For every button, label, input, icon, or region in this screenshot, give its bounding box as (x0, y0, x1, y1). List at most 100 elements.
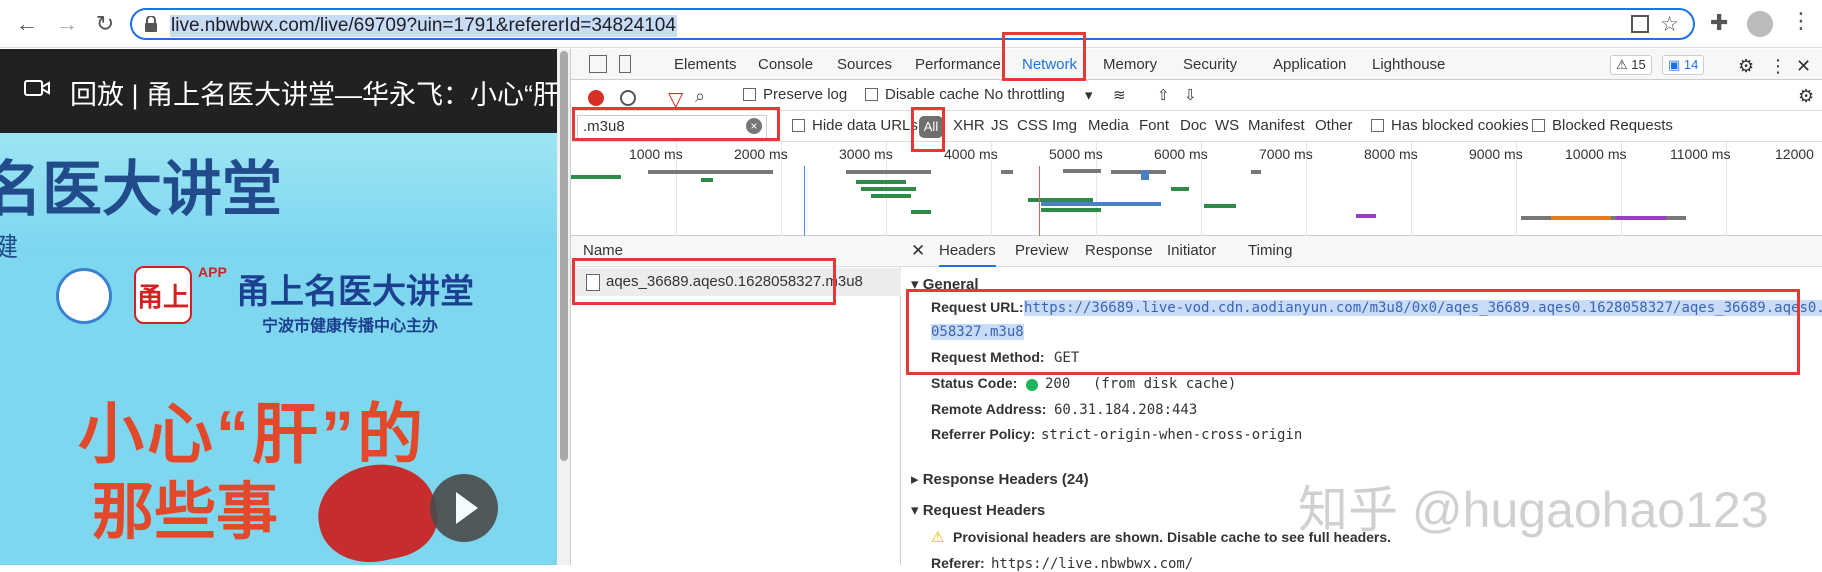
clear-icon[interactable] (620, 90, 636, 106)
profile-avatar[interactable] (1747, 11, 1773, 37)
address-url[interactable]: live.nbwbwx.com/live/69709?uin=1791&refe… (170, 15, 677, 37)
inspect-element-icon[interactable] (589, 55, 607, 73)
warning-badge[interactable]: ⚠ 15 (1610, 55, 1652, 75)
lecture-banner-top: 名医大讲堂 健 (0, 133, 557, 262)
timeline-bar (1551, 216, 1611, 220)
throttling-select[interactable]: No throttling (984, 86, 1065, 103)
filter-xhr[interactable]: XHR (953, 117, 985, 134)
timeline-tick: 11000 ms (1670, 146, 1731, 162)
remote-address-value: 60.31.184.208:443 (1054, 402, 1198, 418)
timeline-tick: 1000 ms (629, 146, 683, 162)
filter-css[interactable]: CSS (1017, 117, 1048, 134)
bookmark-star-icon[interactable]: ☆ (1660, 12, 1679, 37)
page-header: 回放 | 甬上名医大讲堂—华永飞：小心“肝” (0, 49, 557, 133)
back-icon[interactable]: ← (13, 10, 41, 38)
page-scrollbar-thumb[interactable] (560, 51, 568, 461)
hide-data-urls-checkbox[interactable] (792, 119, 805, 132)
blocked-cookies-label: Has blocked cookies (1391, 117, 1529, 134)
filter-ws[interactable]: WS (1215, 117, 1239, 134)
filter-manifest[interactable]: Manifest (1248, 117, 1305, 134)
tab-console[interactable]: Console (758, 56, 813, 73)
tab-security[interactable]: Security (1183, 56, 1237, 73)
upload-icon[interactable]: ⇧ (1157, 86, 1170, 104)
devtools-tab-bar: Elements Console Sources Performance Net… (571, 49, 1822, 80)
disable-cache-label: Disable cache (885, 86, 980, 103)
preserve-log-checkbox[interactable] (743, 88, 756, 101)
network-conditions-icon[interactable]: ≋ (1113, 86, 1126, 104)
response-headers-toggle[interactable]: ▸ Response Headers (24) (911, 470, 1089, 488)
dom-content-loaded-line (804, 166, 805, 236)
status-code-note: (from disk cache) (1093, 376, 1237, 392)
filter-doc[interactable]: Doc (1180, 117, 1207, 134)
browser-menu-icon[interactable]: ⋮ (1790, 8, 1812, 34)
blocked-cookies-checkbox[interactable] (1371, 119, 1384, 132)
tab-headers[interactable]: Headers (939, 242, 996, 267)
forward-icon[interactable]: → (53, 10, 81, 38)
timeline-bar (1616, 216, 1666, 220)
organizer-label: 宁波市健康传播中心主办 (262, 318, 439, 335)
chevron-down-icon[interactable]: ▾ (1085, 86, 1093, 104)
play-button[interactable] (430, 474, 498, 542)
download-icon[interactable]: ⇩ (1184, 86, 1197, 104)
tab-application[interactable]: Application (1273, 56, 1346, 73)
all-filter-highlight (911, 107, 945, 152)
response-headers-title: Response Headers (24) (922, 471, 1089, 488)
request-headers-title: Request Headers (922, 502, 1046, 519)
network-tab-highlight (1002, 32, 1086, 81)
close-devtools-icon[interactable]: ✕ (1796, 56, 1811, 77)
filter-js[interactable]: JS (991, 117, 1009, 134)
request-headers-toggle[interactable]: ▾ Request Headers (911, 501, 1045, 519)
timeline-bar (1171, 187, 1189, 191)
filter-font[interactable]: Font (1139, 117, 1169, 134)
devtools-menu-icon[interactable]: ⋮ (1769, 56, 1787, 77)
search-icon[interactable]: ⌕ (695, 86, 705, 107)
disable-cache-checkbox[interactable] (865, 88, 878, 101)
lecture-brand: 甬上名医大讲堂 (236, 273, 474, 311)
tab-elements[interactable]: Elements (674, 56, 737, 73)
name-header-label: Name (583, 242, 624, 259)
settings-gear-icon[interactable]: ⚙ (1738, 56, 1754, 77)
timeline-bar (846, 170, 931, 174)
load-event-line (1039, 166, 1040, 236)
watermark: 知乎 @hugaohao123 (1298, 482, 1769, 538)
browser-toolbar: ← → ↻ live.nbwbwx.com/live/69709?uin=179… (0, 0, 1822, 48)
tab-memory[interactable]: Memory (1103, 56, 1157, 73)
timeline-tick: 10000 ms (1565, 146, 1627, 162)
timeline-tick: 12000 (1775, 146, 1814, 162)
extensions-icon[interactable]: ✚ (1710, 10, 1728, 36)
referer-label: Referer: (931, 555, 985, 571)
qr-code-icon[interactable] (1631, 15, 1649, 33)
remote-address-label: Remote Address: (931, 401, 1047, 417)
lock-icon (145, 16, 157, 32)
device-toolbar-icon[interactable] (619, 55, 631, 73)
banner-title: 名医大讲堂 (0, 156, 282, 223)
tab-timing[interactable]: Timing (1248, 242, 1292, 259)
filter-img[interactable]: Img (1052, 117, 1077, 134)
record-icon[interactable] (588, 90, 604, 106)
request-url-highlight (906, 289, 1800, 375)
tab-lighthouse[interactable]: Lighthouse (1372, 56, 1445, 73)
reload-icon[interactable]: ↻ (91, 10, 119, 38)
blocked-requests-checkbox[interactable] (1532, 119, 1545, 132)
timeline-bar (871, 194, 911, 198)
timeline-tick: 6000 ms (1154, 146, 1208, 162)
tab-initiator[interactable]: Initiator (1167, 242, 1216, 259)
tab-sources[interactable]: Sources (837, 56, 892, 73)
network-timeline[interactable]: 1000 ms 2000 ms 3000 ms 4000 ms 5000 ms … (571, 142, 1822, 236)
tab-preview[interactable]: Preview (1015, 242, 1068, 259)
tab-response[interactable]: Response (1085, 242, 1153, 259)
filter-media[interactable]: Media (1088, 117, 1129, 134)
address-bar[interactable]: live.nbwbwx.com/live/69709?uin=1791&refe… (130, 8, 1695, 40)
filter-other[interactable]: Other (1315, 117, 1353, 134)
timeline-tick: 2000 ms (734, 146, 788, 162)
referer-value: https://live.nbwbwx.com/ (991, 556, 1194, 572)
message-badge[interactable]: ▣ 14 (1662, 55, 1705, 75)
timeline-bar (1141, 170, 1149, 180)
detail-tab-bar: ✕ Headers Preview Response Initiator Tim… (901, 236, 1822, 267)
tab-performance[interactable]: Performance (915, 56, 1001, 73)
network-settings-icon[interactable]: ⚙ (1798, 86, 1814, 107)
referrer-policy-value: strict-origin-when-cross-origin (1041, 427, 1303, 443)
app-tag: APP (198, 264, 227, 280)
health-center-logo (56, 268, 112, 324)
close-details-icon[interactable]: ✕ (911, 241, 925, 261)
